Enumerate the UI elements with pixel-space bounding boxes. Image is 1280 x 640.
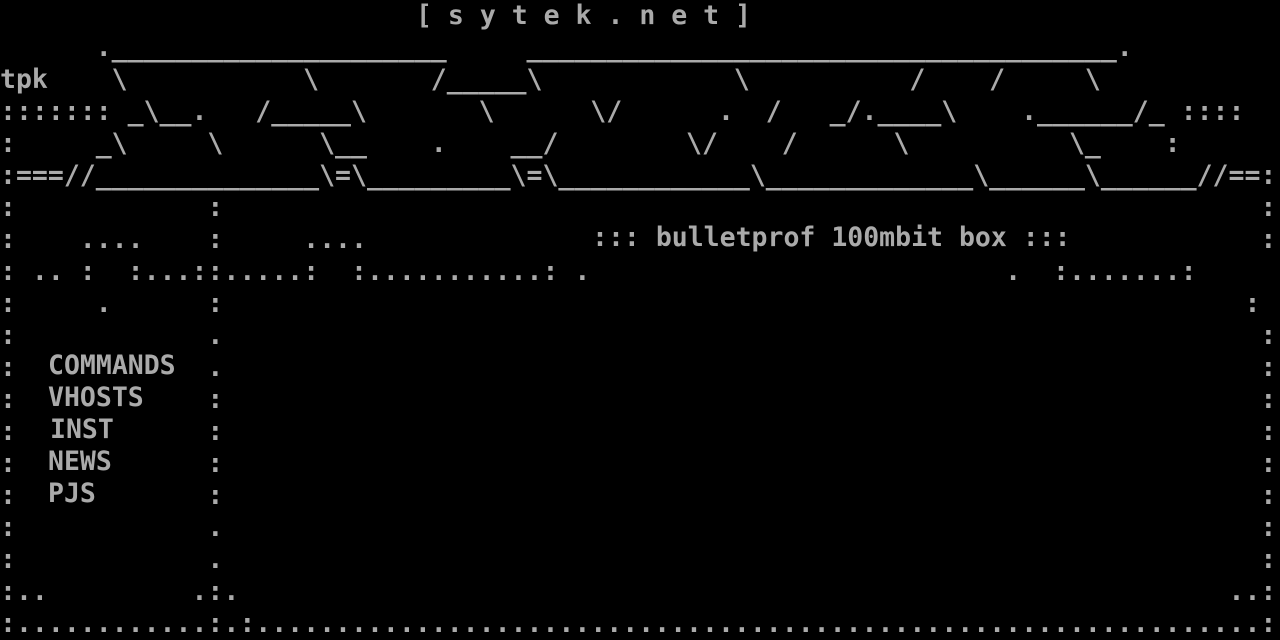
frame-line-10: : . : — [0, 320, 1277, 351]
menu-item-commands[interactable]: COMMANDS — [46, 350, 178, 382]
ascii-logo-line-4: : _\ \ \__ . __/ \/ / \ \_ : — [0, 128, 1181, 159]
frame-line-17: : . : — [0, 544, 1277, 575]
ascii-logo-line-3: ::::::: _\__. /_____\ \ \/ . / _/.____\ … — [0, 96, 1245, 127]
frame-line-9: : . : : — [0, 288, 1261, 319]
frame-line-14: : : : — [0, 448, 1277, 479]
ascii-logo-baseline: :===//______________\=\_________\=\_____… — [0, 160, 1277, 191]
terminal-screen: [ s y t e k . n e t ] ._________________… — [0, 0, 1280, 640]
ascii-logo-line-1: ._____________________ _________________… — [0, 32, 1133, 63]
frame-line-18: :.. .:. ..: — [0, 576, 1277, 607]
site-title: [ s y t e k . n e t ] — [416, 0, 752, 31]
menu-item-inst[interactable]: INST — [48, 414, 116, 446]
frame-line-11: : . : — [0, 352, 1277, 383]
frame-line-15: : : : — [0, 480, 1277, 511]
menu-item-news[interactable]: NEWS — [46, 446, 114, 478]
frame-line-16: : . : — [0, 512, 1277, 543]
frame-divider-line: : .. : :...::.....: :...........: . . :.… — [0, 256, 1197, 287]
frame-line-13: : : : — [0, 416, 1277, 447]
frame-line-6: : : : — [0, 192, 1277, 223]
server-tagline: ::: bulletprof 100mbit box ::: — [592, 222, 1075, 254]
ascii-logo-line-2: tpk \ \ /_____\ \ / / \ — [0, 64, 1101, 95]
menu-item-pjs[interactable]: PJS — [46, 478, 98, 510]
frame-line-12: : : : — [0, 384, 1277, 415]
menu-item-vhosts[interactable]: VHOSTS — [46, 382, 146, 414]
frame-bottom-border: :............:.:........................… — [0, 608, 1277, 639]
